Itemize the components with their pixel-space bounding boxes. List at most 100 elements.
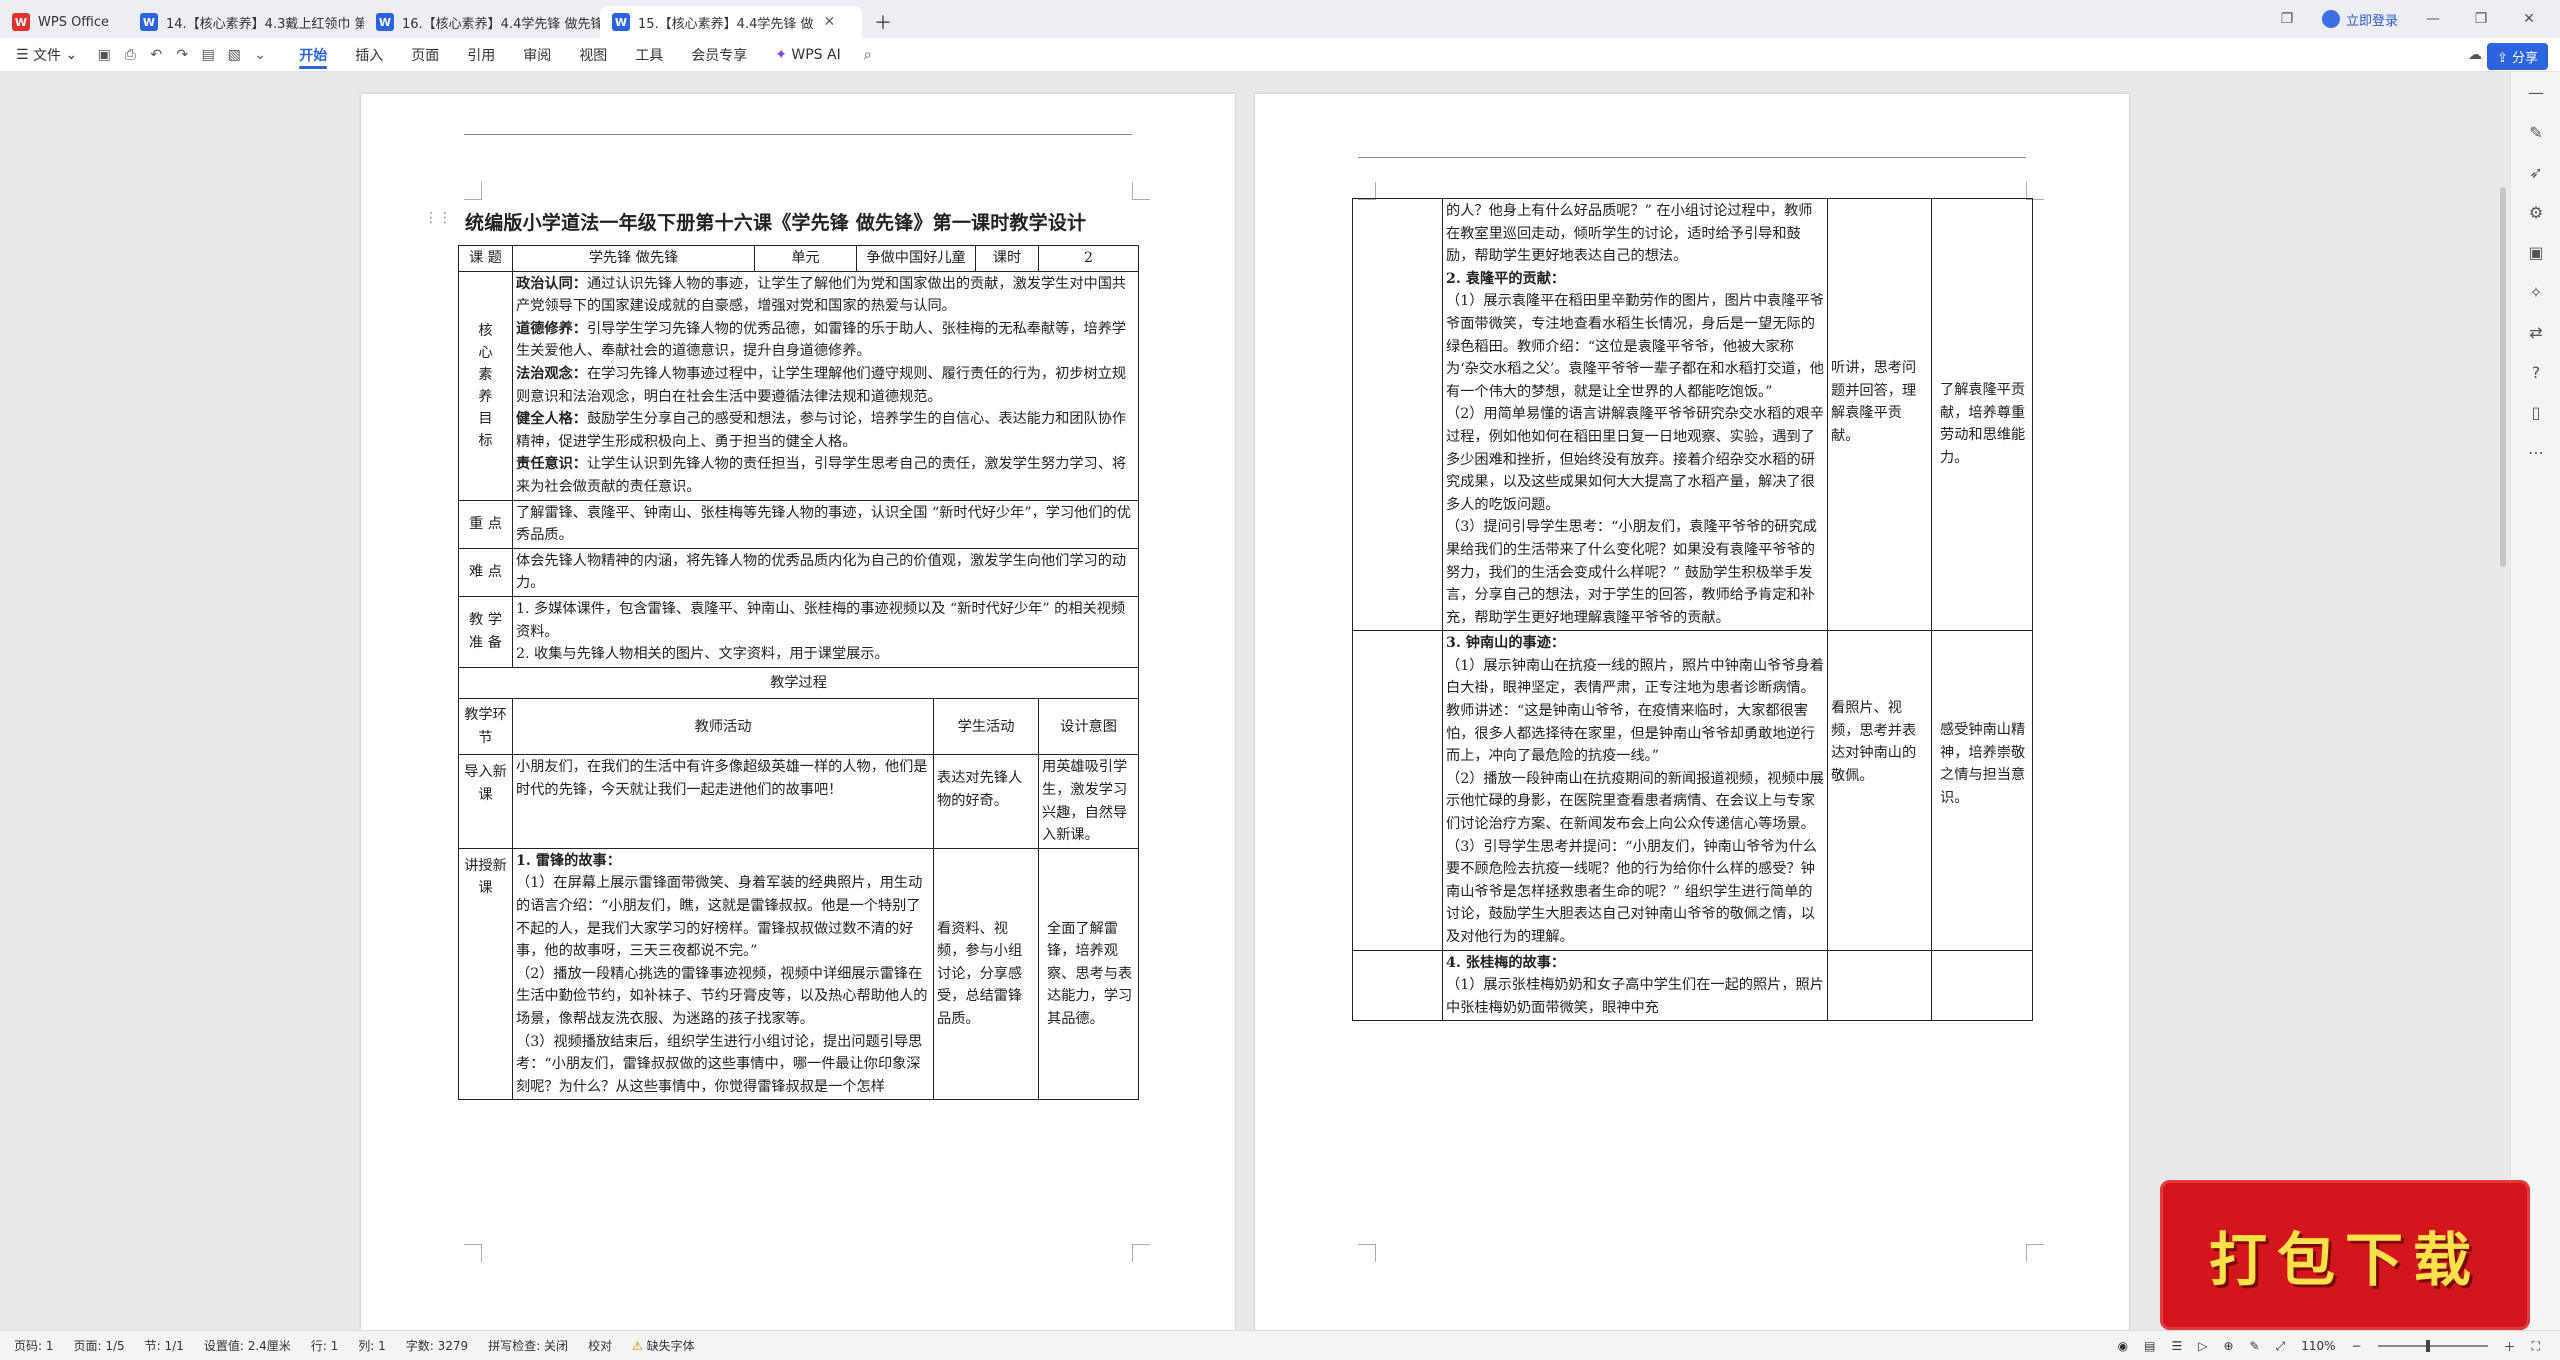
download-banner[interactable]: 打包下载	[2160, 1180, 2530, 1330]
prep-label: 教 学 准 备	[458, 595, 513, 668]
status-row[interactable]: 行: 1	[311, 1337, 339, 1354]
fullscreen-icon[interactable]: ⛶	[2532, 1339, 2540, 1354]
tab-member[interactable]: 会员专享	[677, 38, 761, 72]
tab-view[interactable]: 视图	[565, 38, 621, 72]
header-line	[1358, 157, 2026, 158]
help-icon[interactable]: ?	[2511, 352, 2560, 392]
word-doc-icon: W	[376, 13, 394, 31]
status-page-number[interactable]: 页码: 1	[14, 1337, 54, 1354]
header-line	[464, 134, 1132, 135]
list-item: 政治认同：通过认识先锋人物的事迹，让学生了解他们为党和国家做出的贡献，激发学生对…	[516, 273, 1135, 318]
login-button[interactable]: 立即登录	[2321, 10, 2398, 29]
table-row: 难 点 体会先锋人物精神的内涵，将先锋人物的优秀品质内化为自己的价值观，激发学生…	[458, 547, 1140, 597]
status-missing-font[interactable]: ⚠ 缺失字体	[632, 1337, 695, 1354]
save-icon[interactable]: ▣	[91, 42, 117, 68]
status-section[interactable]: 节: 1/1	[145, 1337, 184, 1354]
share-button[interactable]: ⇪ 分享	[2486, 43, 2548, 70]
status-setting[interactable]: 设置值: 2.4厘米	[204, 1337, 291, 1354]
cloud-sync-icon[interactable]: ☁	[2462, 42, 2488, 68]
tab-doc-14[interactable]: W 14.【核心素养】4.3戴上红领巾 第2课	[128, 6, 364, 38]
multi-window-icon[interactable]: ❐	[2274, 6, 2300, 32]
flow-icon[interactable]: ⇄	[2511, 312, 2560, 352]
stage-intro: 导入新课	[458, 754, 513, 849]
tab-wps-home[interactable]: W WPS Office	[0, 6, 128, 38]
search-icon[interactable]: ⌕	[855, 42, 881, 68]
restore-icon[interactable]: ❐	[2468, 6, 2494, 32]
new-tab-button[interactable]: ＋	[862, 6, 912, 38]
vertical-scrollbar[interactable]	[2500, 187, 2506, 567]
tab-review[interactable]: 审阅	[509, 38, 565, 72]
page-1[interactable]: ⋮⋮ 统编版小学道法一年级下册第十六课《学先锋 做先锋》第一课时教学设计 课 题…	[361, 94, 1235, 1330]
tab-references[interactable]: 引用	[453, 38, 509, 72]
page-2[interactable]: 的人？他身上有什么好品质呢？” 在小组讨论过程中，教师在教室里巡回走动，倾听学生…	[1255, 94, 2129, 1330]
page-view-icon[interactable]: ▤	[2144, 1339, 2155, 1353]
close-window-icon[interactable]: ✕	[2516, 6, 2542, 32]
tab-page[interactable]: 页面	[397, 38, 453, 72]
table-row: 导入新课 小朋友们，在我们的生活中有许多像超级英雄一样的人物，他们是时代的先锋，…	[458, 754, 1140, 849]
paragraph: （3）视频播放结束后，组织学生进行小组讨论，提出问题引导思考：“小朋友们，雷锋叔…	[516, 1033, 923, 1095]
zoom-in-icon[interactable]: ＋	[2504, 1338, 2516, 1355]
stage-cell	[1352, 630, 1443, 951]
eye-protect-icon[interactable]: ◉	[2118, 1339, 2128, 1353]
tab-doc-16[interactable]: W 16.【核心素养】4.4学先锋 做先锋 第	[364, 6, 600, 38]
ai-icon: ✦	[775, 46, 792, 63]
zoom-level[interactable]: 110%	[2301, 1339, 2335, 1353]
unit-label: 单元	[754, 245, 858, 272]
print-icon[interactable]: ⎙	[117, 42, 143, 68]
warning-icon: ⚠	[632, 1339, 647, 1353]
export-pdf-icon[interactable]: ▤	[195, 42, 221, 68]
paragraph: （1）展示钟南山在抗疫一线的照片，照片中钟南山爷爷身着白大褂，眼神坚定，表情严肃…	[1446, 657, 1824, 765]
tab-home[interactable]: 开始	[285, 38, 341, 72]
lesson-plan-table: 课 题 学先锋 做先锋 单元 争做中国好儿童 课时 2 核 心 素 养 目 标 …	[457, 245, 1140, 1101]
close-tab-icon[interactable]: ✕	[823, 14, 835, 30]
pen-mode-icon[interactable]: ✎	[2250, 1339, 2260, 1353]
pen-icon[interactable]: ✎	[2511, 112, 2560, 152]
magic-icon[interactable]: ✧	[2511, 272, 2560, 312]
more-icon[interactable]: ⋯	[2511, 432, 2560, 472]
tab-tools[interactable]: 工具	[621, 38, 677, 72]
goal-key: 法治观念：	[516, 365, 587, 382]
pointer-icon[interactable]: ➶	[2511, 152, 2560, 192]
play-icon[interactable]: ▷	[2198, 1339, 2207, 1353]
table-row: 教学过程	[457, 666, 1140, 700]
minimize-icon[interactable]: —	[2420, 6, 2446, 32]
image-icon[interactable]: ▣	[2511, 232, 2560, 272]
file-menu[interactable]: ☰ 文件 ⌄	[0, 38, 91, 72]
zhang-intent	[1931, 949, 2033, 1022]
zoom-slider-handle[interactable]	[2425, 1340, 2430, 1352]
drag-handle-icon[interactable]: ⋮⋮	[424, 210, 452, 226]
document-canvas[interactable]: ⋮⋮ 统编版小学道法一年级下册第十六课《学先锋 做先锋》第一课时教学设计 课 题…	[0, 72, 2560, 1330]
undo-icon[interactable]: ↶	[143, 42, 169, 68]
wps-ai-button[interactable]: ✦ WPS AI	[761, 38, 855, 72]
goal-text: 鼓励学生分享自己的感受和想法，参与讨论，培养学生的自信心、表达能力和团队协作精神…	[516, 411, 1127, 450]
tab-doc-15-active[interactable]: W 15.【核心素养】4.4学先锋 做 ✕	[600, 6, 862, 38]
tab-insert[interactable]: 插入	[341, 38, 397, 72]
header-student: 学生活动	[933, 698, 1040, 756]
margin-corner	[1132, 1244, 1150, 1262]
fit-icon[interactable]: ⤢	[2276, 1339, 2286, 1354]
status-column[interactable]: 列: 1	[358, 1337, 386, 1354]
collapse-icon[interactable]: —	[2511, 72, 2560, 112]
zoom-slider[interactable]	[2377, 1340, 2488, 1352]
status-proofread[interactable]: 校对	[588, 1337, 612, 1354]
section-heading: 1. 雷锋的故事：	[516, 852, 621, 869]
paragraph: （1）在屏幕上展示雷锋面带微笑、身着军装的经典照片，用生动的语言介绍：“小朋友们…	[516, 875, 923, 960]
document-icon[interactable]: ▯	[2511, 392, 2560, 432]
outline-view-icon[interactable]: ☰	[2171, 1339, 2182, 1353]
more-quick-icon[interactable]: ⌄	[247, 42, 273, 68]
status-spell-check[interactable]: 拼写检查: 关闭	[488, 1337, 568, 1354]
hours-label: 课时	[975, 245, 1040, 272]
tab-label: 16.【核心素养】4.4学先锋 做先锋 第	[402, 16, 600, 32]
yuan-student: 听讲，思考问题并回答，理解袁隆平贡献。	[1827, 197, 1932, 632]
status-word-count[interactable]: 字数: 3279	[406, 1337, 468, 1354]
download-banner-text: 打包下载	[2208, 1226, 2481, 1294]
core-label: 核 心 素 养 目 标	[458, 270, 513, 501]
redo-icon[interactable]: ↷	[169, 42, 195, 68]
adjust-icon[interactable]: ⚙	[2511, 192, 2560, 232]
status-pages[interactable]: 页面: 1/5	[74, 1337, 125, 1354]
format-painter-icon[interactable]: ▧	[221, 42, 247, 68]
goal-text: 让学生认识到先锋人物的责任担当，引导学生思考自己的责任，激发学生努力学习、将来为…	[516, 456, 1127, 495]
intro-student: 表达对先锋人物的好奇。	[933, 754, 1040, 849]
web-view-icon[interactable]: ⊕	[2223, 1339, 2233, 1353]
zoom-out-icon[interactable]: −	[2352, 1339, 2362, 1353]
